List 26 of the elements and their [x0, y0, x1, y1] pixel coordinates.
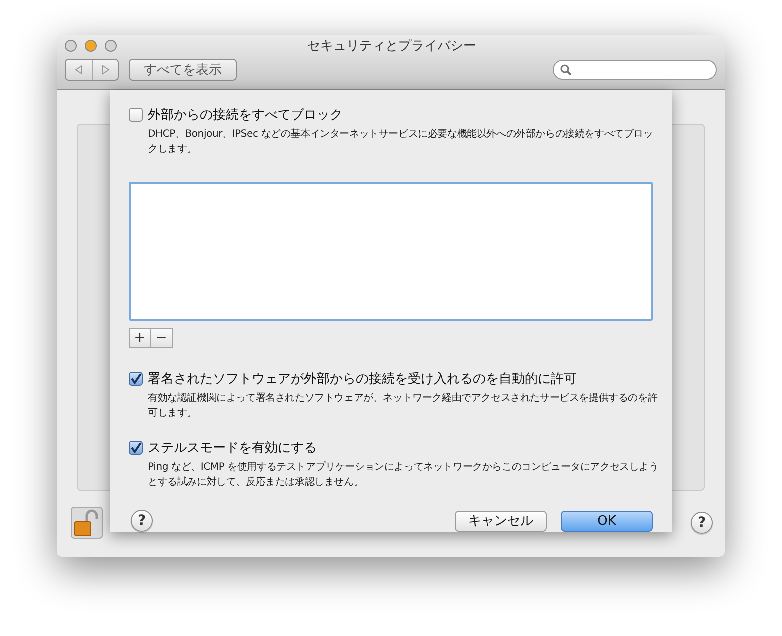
zoom-button[interactable] [105, 40, 117, 52]
option-label: ステルスモードを有効にする [148, 440, 318, 457]
option-description: Ping など、ICMP を使用するテストアプリケーションによってネットワークからこのコンピュータにアクセスしようとする試みに対して、反応または承認しません。 [148, 460, 660, 490]
option-description: DHCP、Bonjour、IPSec などの基本インターネットサービスに必要な機能以外への外部からの接続をすべてブロックします。 [148, 128, 654, 157]
ok-button[interactable]: OK [561, 510, 653, 532]
help-button[interactable]: ? [691, 512, 713, 534]
option-label: 署名されたソフトウェアが外部からの接続を受け入れるのを自動的に許可 [148, 371, 578, 388]
option-label: 外部からの接続をすべてブロック [148, 107, 344, 124]
checkbox[interactable] [129, 372, 143, 386]
checkbox[interactable] [129, 441, 143, 455]
search-icon [560, 64, 572, 76]
show-all-button[interactable]: すべてを表示 [129, 59, 237, 81]
left-triangle-icon [74, 65, 84, 75]
application-list[interactable] [129, 182, 653, 321]
window-title: セキュリティとプライバシー [306, 38, 478, 55]
right-triangle-icon [100, 65, 110, 75]
option-description: 有効な認証機関によって署名されたソフトウェアが、ネットワーク経由でアクセスされたサービスを提供するのを許可します。 [148, 392, 659, 421]
padlock-icon[interactable] [71, 507, 103, 539]
cancel-button[interactable]: キャンセル [455, 510, 547, 532]
close-button[interactable] [65, 40, 77, 52]
add-button[interactable]: + [129, 328, 151, 348]
remove-button[interactable]: − [151, 328, 173, 348]
minimize-button[interactable] [85, 40, 97, 52]
checkbox[interactable] [129, 108, 143, 122]
help-button[interactable]: ? [131, 510, 153, 532]
search-field[interactable] [553, 60, 717, 80]
